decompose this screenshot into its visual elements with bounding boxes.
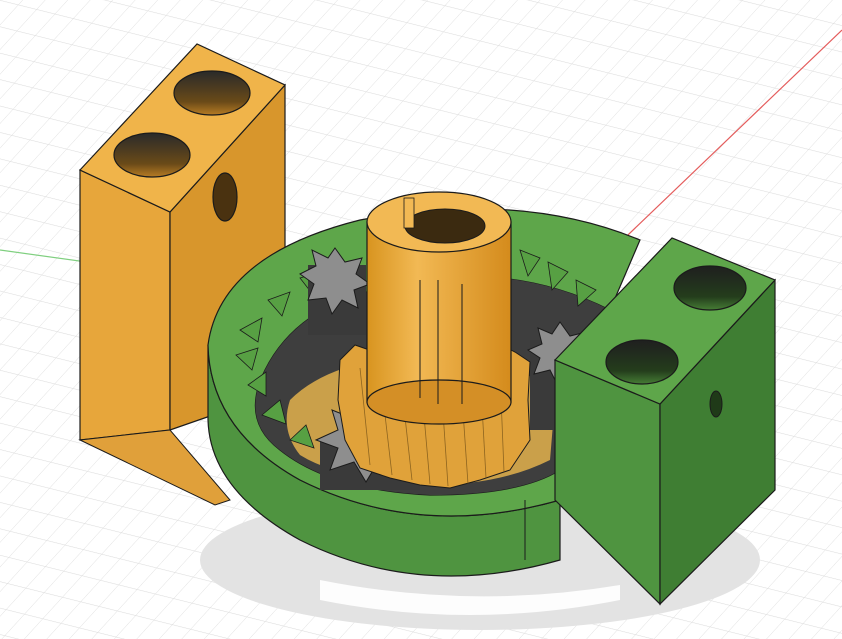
- bracket-front-face: [79, 169, 171, 441]
- center-pin-slot: [403, 197, 415, 229]
- cad-canvas[interactable]: [0, 0, 842, 639]
- center-pin-bottom: [366, 379, 512, 425]
- center-pin[interactable]: [366, 191, 512, 425]
- bracket-side-hole: [212, 172, 238, 222]
- clamp-top-hole-1: [673, 265, 747, 311]
- clamp-top-hole-2: [605, 339, 679, 385]
- center-pin-bore: [404, 208, 486, 244]
- bracket-top-hole-2: [113, 132, 191, 178]
- bracket-top-hole-1: [173, 70, 251, 116]
- clamp-side-hole: [709, 390, 723, 418]
- cad-viewport[interactable]: [0, 0, 842, 639]
